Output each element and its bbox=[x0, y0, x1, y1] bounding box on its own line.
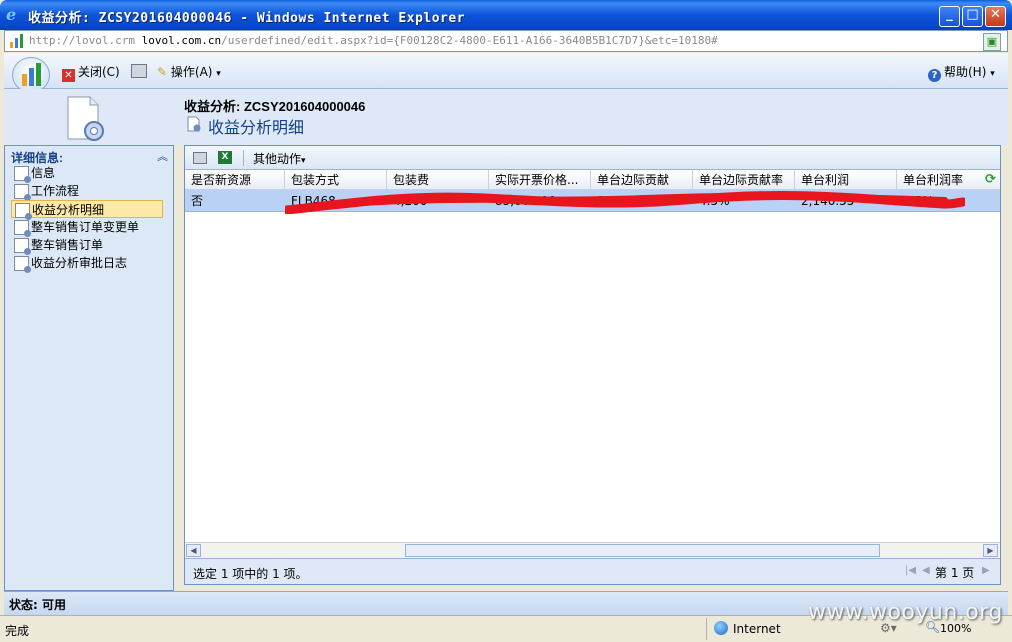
workflow-gear-icon bbox=[14, 184, 31, 201]
column-header[interactable]: 单台利润 bbox=[795, 170, 897, 190]
chevron-down-icon: ▾ bbox=[301, 156, 306, 166]
grid-print-icon[interactable] bbox=[193, 152, 207, 164]
first-page-icon[interactable]: |◀ bbox=[905, 565, 916, 576]
collapse-icon[interactable]: ︽ bbox=[157, 148, 168, 164]
nav-item-approval-log[interactable]: 收益分析审批日志 bbox=[11, 254, 163, 273]
grid-footer: 选定 1 项中的 1 项。 |◀ ◀ 第 1 页 ▶ bbox=[185, 558, 1000, 584]
maximize-button[interactable]: □ bbox=[962, 6, 983, 27]
load-status: 完成 bbox=[5, 624, 30, 638]
form-status: 状态: 可用 bbox=[9, 598, 66, 612]
nav-item-workflow[interactable]: 工作流程 bbox=[11, 182, 163, 201]
detail-nav-panel: 详细信息: ︽ 信息 工作流程 收益分析明细 整车销售订单变更单 整车销售订单 … bbox=[4, 145, 174, 591]
watermark: www.wooyun.org bbox=[808, 600, 1003, 625]
column-header[interactable]: 是否新资源 bbox=[185, 170, 285, 190]
grid-header: 是否新资源 包装方式 包装费 实际开票价格... 单台边际贡献 单台边际贡献率 … bbox=[185, 170, 1000, 190]
document-icon bbox=[14, 238, 31, 255]
column-header[interactable]: 实际开票价格... bbox=[489, 170, 591, 190]
document-icon bbox=[14, 256, 31, 273]
entity-icon-area bbox=[4, 89, 174, 145]
help-icon: ? bbox=[928, 69, 941, 82]
help-menu-button[interactable]: ? 帮助(H) ▾ bbox=[928, 63, 995, 82]
scroll-left-icon[interactable]: ◀ bbox=[186, 544, 201, 557]
record-title: 收益分析: ZCSY201604000046 bbox=[184, 99, 366, 114]
nav-item-info[interactable]: 信息 bbox=[11, 164, 163, 183]
column-header[interactable]: 包装费 bbox=[387, 170, 489, 190]
compat-view-icon[interactable]: ▣ bbox=[983, 33, 1001, 51]
chevron-down-icon: ▾ bbox=[216, 69, 221, 79]
url-prefix: http://lovol.crm bbox=[29, 34, 142, 47]
cell-is-new: 否 bbox=[191, 194, 204, 208]
refresh-icon[interactable]: ⟳ bbox=[985, 172, 996, 187]
actions-menu-button[interactable]: ✎ 操作(A) ▾ bbox=[157, 63, 221, 81]
scroll-right-icon[interactable]: ▶ bbox=[983, 544, 998, 557]
address-url[interactable]: http://lovol.crm lovol.com.cn/userdefine… bbox=[29, 34, 718, 47]
column-header[interactable]: 单台边际贡献率 bbox=[693, 170, 795, 190]
close-icon: ✕ bbox=[62, 69, 75, 82]
chevron-down-icon: ▾ bbox=[990, 69, 995, 79]
minimize-button[interactable]: _ bbox=[939, 6, 960, 27]
nav-item-order-change[interactable]: 整车销售订单变更单 bbox=[11, 218, 163, 237]
close-window-button[interactable]: ✕ bbox=[985, 6, 1006, 27]
nav-item-sales-order[interactable]: 整车销售订单 bbox=[11, 236, 163, 255]
horizontal-scrollbar[interactable]: ◀ ▶ bbox=[185, 542, 1000, 558]
redaction-mark bbox=[285, 191, 965, 214]
column-header[interactable]: 包装方式 bbox=[285, 170, 387, 190]
url-path: /userdefined/edit.aspx?id={F00128C2-4800… bbox=[221, 34, 718, 47]
section-document-icon bbox=[187, 116, 201, 132]
column-header[interactable]: 单台利润率 bbox=[897, 170, 981, 190]
address-bar[interactable]: http://lovol.crm lovol.com.cn/userdefine… bbox=[4, 30, 1008, 52]
section-title: 收益分析明细 bbox=[208, 120, 305, 137]
crm-page-icon bbox=[10, 34, 23, 48]
next-page-icon[interactable]: ▶ bbox=[982, 565, 990, 576]
security-zone: Internet bbox=[733, 622, 781, 636]
globe-icon bbox=[714, 621, 728, 635]
column-header[interactable]: 单台边际贡献 bbox=[591, 170, 693, 190]
detail-grid: X 其他动作▾ 是否新资源 包装方式 包装费 实际开票价格... 单台边际贡献 … bbox=[184, 145, 1001, 585]
window-titlebar[interactable]: e 收益分析: ZCSY201604000046 - Windows Inter… bbox=[0, 0, 1012, 30]
scroll-thumb[interactable] bbox=[405, 544, 880, 557]
actions-label: 操作(A) bbox=[170, 65, 213, 79]
crm-toolbar: ✕ 关闭(C) ✎ 操作(A) ▾ ? 帮助(H) ▾ bbox=[4, 53, 1008, 93]
window-title: 收益分析: ZCSY201604000046 - Windows Interne… bbox=[28, 11, 466, 26]
prev-page-icon[interactable]: ◀ bbox=[922, 565, 930, 576]
table-row[interactable]: 否 FLB468... 4,200 85,000.00 3,812.55 4.5… bbox=[185, 190, 1000, 214]
help-label: 帮助(H) bbox=[944, 65, 987, 79]
actions-icon: ✎ bbox=[157, 65, 168, 79]
page-indicator: 第 1 页 bbox=[935, 566, 975, 580]
toolbar-separator bbox=[243, 150, 244, 166]
grid-toolbar: X 其他动作▾ bbox=[185, 146, 1000, 170]
status-divider bbox=[706, 618, 707, 640]
crm-logo-icon[interactable] bbox=[12, 57, 50, 93]
close-form-button[interactable]: ✕ 关闭(C) bbox=[62, 63, 120, 82]
ie-logo-icon: e bbox=[6, 5, 17, 24]
print-icon bbox=[131, 64, 147, 78]
document-icon bbox=[15, 203, 32, 220]
record-header: 收益分析: ZCSY201604000046 收益分析明细 bbox=[174, 89, 1008, 145]
selection-count: 选定 1 项中的 1 项。 bbox=[193, 567, 308, 581]
document-gear-icon bbox=[67, 96, 104, 141]
close-label: 关闭(C) bbox=[78, 65, 120, 79]
print-button[interactable] bbox=[131, 63, 147, 81]
other-actions-button[interactable]: 其他动作▾ bbox=[253, 150, 306, 167]
export-excel-icon[interactable]: X bbox=[218, 151, 232, 164]
url-host: lovol.com.cn bbox=[141, 34, 222, 47]
document-icon bbox=[14, 220, 31, 237]
document-icon bbox=[14, 166, 31, 183]
nav-item-profit-detail[interactable]: 收益分析明细 bbox=[11, 200, 163, 220]
